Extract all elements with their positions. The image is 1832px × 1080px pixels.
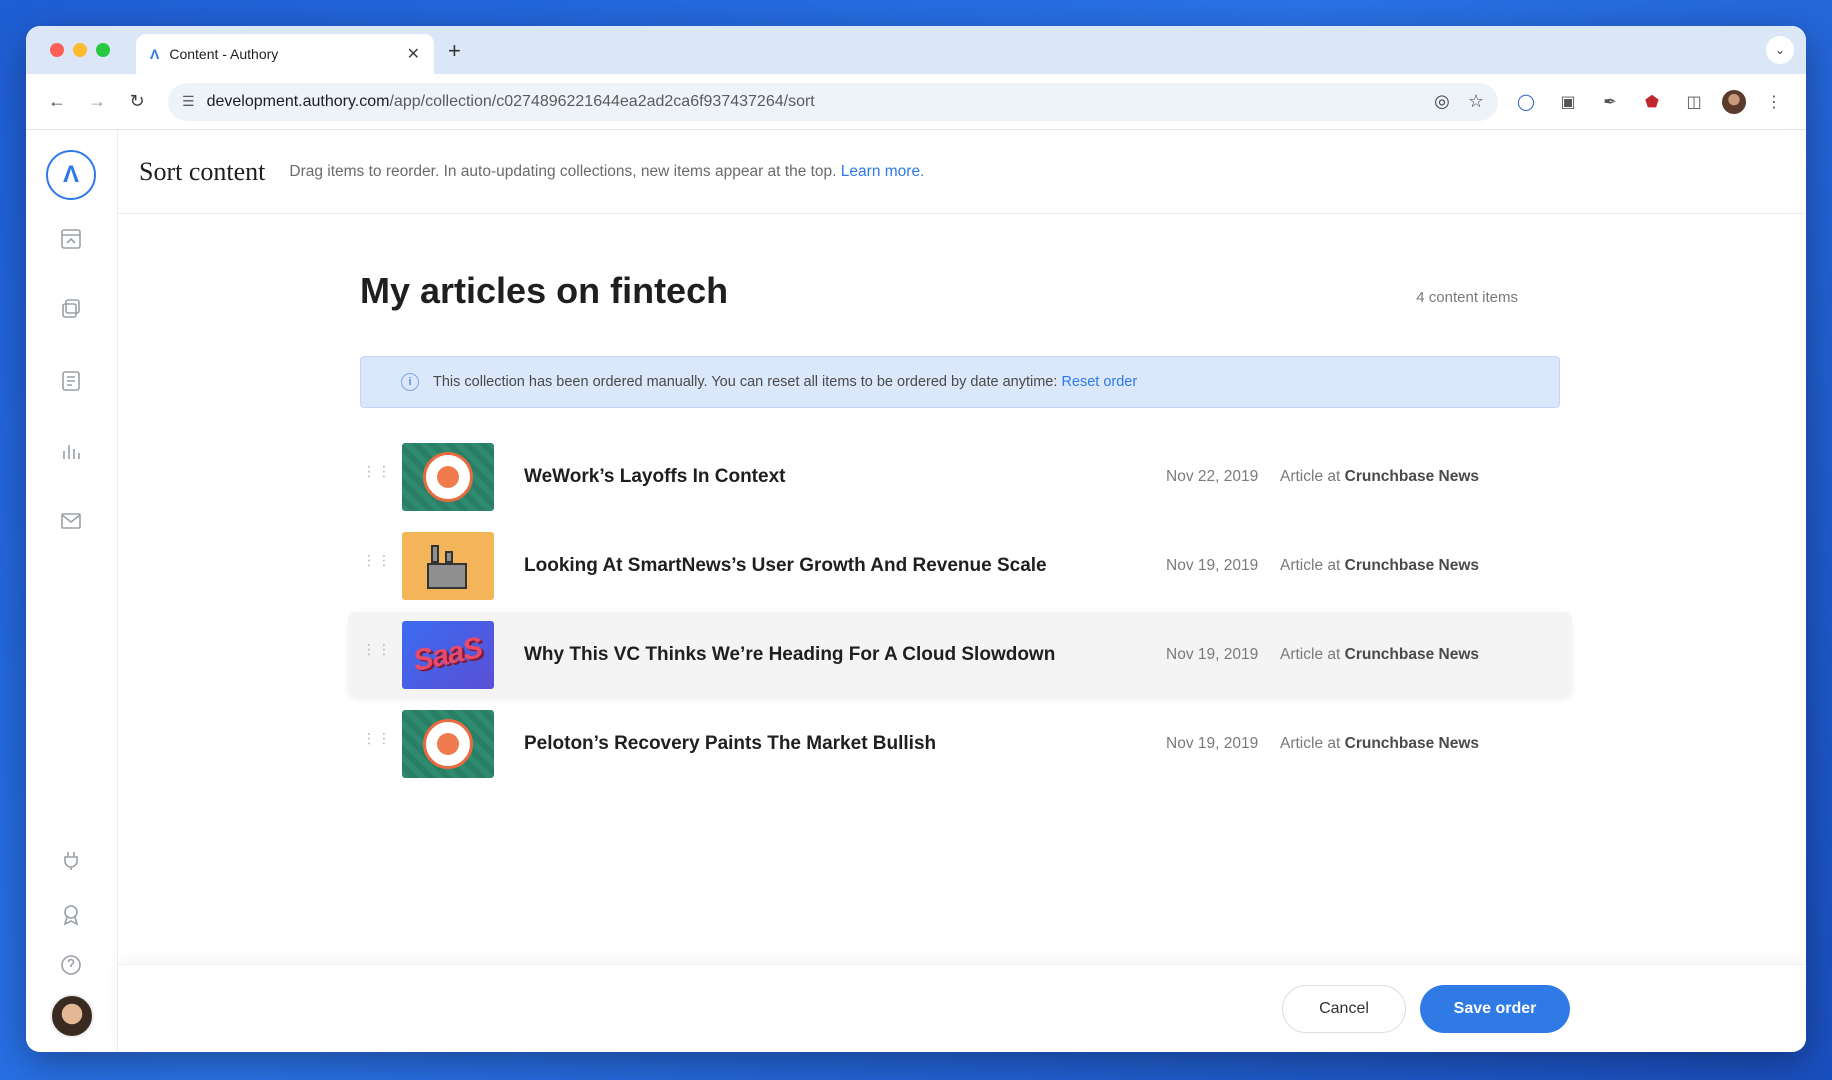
puzzle-extensions-icon[interactable]: ◫ <box>1680 88 1708 116</box>
morning-markets-logo <box>423 719 473 769</box>
sidebar: Λ <box>26 130 118 1052</box>
content-count: 4 content items <box>1416 289 1518 306</box>
minimize-window-button[interactable] <box>73 43 87 57</box>
profile-avatar[interactable] <box>1722 89 1746 114</box>
drag-handle-icon[interactable]: ⋮⋮ <box>362 642 391 664</box>
integrations-plug-icon[interactable] <box>58 848 84 874</box>
item-title[interactable]: WeWork’s Layoffs In Context <box>524 466 785 488</box>
authory-favicon-icon: Λ <box>150 46 160 62</box>
url-text: development.authory.com/app/collection/c… <box>206 92 815 110</box>
page-title: Sort content <box>139 156 266 186</box>
collections-icon[interactable] <box>58 296 84 322</box>
item-thumbnail <box>402 710 494 778</box>
page-description: Drag items to reorder. In auto-updating … <box>289 162 925 180</box>
browser-toolbar: ← → ↻ ☰ development.authory.com/app/coll… <box>26 74 1806 130</box>
reload-icon[interactable]: ↻ <box>120 85 154 119</box>
close-tab-icon[interactable]: ✕ <box>407 44 420 64</box>
award-icon[interactable] <box>58 902 84 928</box>
item-title[interactable]: Why This VC Thinks We’re Heading For A C… <box>524 644 1055 666</box>
extensions-bar: ◯ ▣ ✒ ⬟ ◫ ⋮ <box>1512 88 1792 116</box>
saas-illustration: SaaS <box>410 631 486 678</box>
notice-text: This collection has been ordered manuall… <box>433 374 1138 390</box>
learn-more-link[interactable]: Learn more. <box>841 163 925 180</box>
manual-order-notice: i This collection has been ordered manua… <box>360 356 1560 408</box>
tab-title: Content - Authory <box>169 46 279 62</box>
tab-search-icon[interactable]: ⌄ <box>1766 36 1794 64</box>
item-thumbnail <box>402 443 494 511</box>
item-date: Nov 19, 2019 <box>1166 646 1259 663</box>
browser-window: Λ Content - Authory ✕ + ⌄ ← → ↻ ☰ develo… <box>26 26 1806 1052</box>
content-item-row[interactable]: ⋮⋮ Looking At SmartNews’s User Growth An… <box>348 523 1572 609</box>
eyedropper-icon[interactable]: ✒ <box>1596 88 1624 116</box>
camera-icon[interactable]: ▣ <box>1554 88 1582 116</box>
main-content: Sort content Drag items to reorder. In a… <box>118 130 1806 1052</box>
content-item-row[interactable]: ⋮⋮ SaaS Why This VC Thinks We’re Heading… <box>348 612 1572 698</box>
item-source: Article at Crunchbase News <box>1280 646 1480 663</box>
factory-illustration <box>421 543 475 589</box>
address-bar[interactable]: ☰ development.authory.com/app/collection… <box>168 82 1498 121</box>
eye-slash-icon[interactable]: ◎ <box>1434 91 1450 112</box>
page-header: Sort content Drag items to reorder. In a… <box>118 130 1806 214</box>
item-title[interactable]: Peloton’s Recovery Paints The Market Bul… <box>524 733 936 755</box>
authory-logo-icon[interactable]: Λ <box>46 150 96 200</box>
portfolio-icon[interactable] <box>58 226 84 252</box>
save-order-button[interactable]: Save order <box>1420 985 1570 1033</box>
drag-handle-icon[interactable]: ⋮⋮ <box>362 553 391 575</box>
item-date: Nov 19, 2019 <box>1166 735 1259 752</box>
drag-handle-icon[interactable]: ⋮⋮ <box>362 464 391 486</box>
mail-icon[interactable] <box>58 508 84 534</box>
content-item-row[interactable]: ⋮⋮ WeWork’s Layoffs In Context Nov 22, 2… <box>348 434 1572 520</box>
morning-markets-logo <box>423 452 473 502</box>
password-manager-icon[interactable]: ◯ <box>1512 88 1540 116</box>
browser-tab[interactable]: Λ Content - Authory ✕ <box>136 34 434 74</box>
cancel-button[interactable]: Cancel <box>1282 985 1406 1033</box>
site-settings-icon[interactable]: ☰ <box>182 93 195 110</box>
item-thumbnail: SaaS <box>402 621 494 689</box>
item-source: Article at Crunchbase News <box>1280 557 1480 574</box>
item-date: Nov 22, 2019 <box>1166 468 1259 485</box>
item-source: Article at Crunchbase News <box>1280 468 1480 485</box>
info-icon: i <box>401 373 419 391</box>
action-footer: Cancel Save order <box>118 964 1806 1052</box>
collection-title: My articles on fintech <box>360 270 729 311</box>
content-list-icon[interactable] <box>58 368 84 394</box>
content-item-row[interactable]: ⋮⋮ Peloton’s Recovery Paints The Market … <box>348 701 1572 787</box>
close-window-button[interactable] <box>50 43 64 57</box>
forward-icon[interactable]: → <box>80 85 114 119</box>
app: Λ Sort content Drag items to reorder. In… <box>26 130 1806 1052</box>
help-icon[interactable] <box>58 952 84 978</box>
more-menu-icon[interactable]: ⋮ <box>1760 88 1788 116</box>
back-icon[interactable]: ← <box>40 85 74 119</box>
maximize-window-button[interactable] <box>96 43 110 57</box>
tab-strip: Λ Content - Authory ✕ + ⌄ <box>26 26 1806 74</box>
item-thumbnail <box>402 532 494 600</box>
item-date: Nov 19, 2019 <box>1166 557 1259 574</box>
bookmark-star-icon[interactable]: ☆ <box>1468 91 1484 112</box>
window-controls <box>50 43 110 57</box>
item-source: Article at Crunchbase News <box>1280 735 1480 752</box>
analytics-bar-chart-icon[interactable] <box>58 438 84 464</box>
new-tab-icon[interactable]: + <box>448 38 461 64</box>
user-avatar[interactable] <box>50 994 94 1038</box>
item-title[interactable]: Looking At SmartNews’s User Growth And R… <box>524 555 1047 577</box>
drag-handle-icon[interactable]: ⋮⋮ <box>362 731 391 753</box>
reset-order-link[interactable]: Reset order <box>1061 374 1137 390</box>
shield-icon[interactable]: ⬟ <box>1638 88 1666 116</box>
